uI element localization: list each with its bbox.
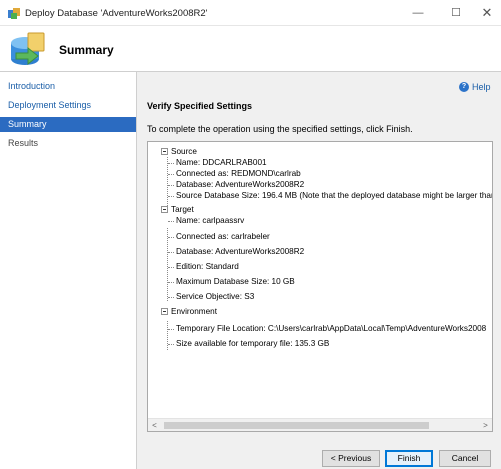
help-link[interactable]: ? Help [459, 80, 491, 94]
instructions-text: To complete the operation using the spec… [147, 124, 413, 134]
tree-item: Connected as: carlrabeler [176, 232, 270, 241]
tree-item: Source Database Size: 196.4 MB (Note tha… [176, 191, 492, 200]
previous-button[interactable]: < Previous [322, 450, 380, 467]
tree-item: Size available for temporary file: 135.3… [176, 339, 330, 348]
wizard-sidebar: Introduction Deployment Settings Summary… [0, 72, 137, 469]
window-title: Deploy Database 'AdventureWorks2008R2' [25, 8, 208, 19]
scroll-right-icon[interactable]: > [479, 419, 492, 431]
sidebar-item-introduction[interactable]: Introduction [0, 79, 136, 94]
minimize-button[interactable]: — [403, 3, 433, 23]
tree-item: Maximum Database Size: 10 GB [176, 277, 295, 286]
tree-item: Database: AdventureWorks2008R2 [176, 247, 305, 256]
help-label: Help [472, 82, 491, 92]
collapse-icon[interactable] [161, 148, 168, 155]
maximize-button[interactable]: ☐ [441, 3, 471, 23]
section-heading: Verify Specified Settings [147, 101, 253, 111]
cancel-button[interactable]: Cancel [439, 450, 491, 467]
sidebar-item-deployment-settings[interactable]: Deployment Settings [0, 98, 136, 113]
settings-tree[interactable]: Source Name: DDCARLRAB001 Connected as: … [147, 141, 493, 432]
main-panel: ? Help Verify Specified Settings To comp… [137, 72, 501, 469]
title-bar: Deploy Database 'AdventureWorks2008R2' —… [0, 0, 501, 26]
help-icon: ? [459, 82, 469, 92]
sidebar-item-results: Results [8, 138, 39, 148]
tree-item: Name: carlpaassrv [176, 216, 245, 225]
tree-item: Connected as: REDMOND\carlrab [176, 169, 301, 178]
finish-button[interactable]: Finish [385, 450, 433, 467]
tree-item: Name: DDCARLRAB001 [176, 158, 267, 167]
tree-item: Temporary File Location: C:\Users\carlra… [176, 324, 487, 333]
tree-viewport: Source Name: DDCARLRAB001 Connected as: … [148, 142, 492, 418]
tree-connector [167, 157, 168, 208]
tree-connector [167, 228, 168, 301]
scroll-left-icon[interactable]: < [148, 419, 161, 431]
wizard-header: Summary [0, 26, 501, 72]
horizontal-scrollbar[interactable]: < > [148, 418, 492, 431]
deploy-database-icon [8, 8, 20, 19]
close-button[interactable]: ✕ [472, 3, 501, 23]
tree-item: Service Objective: S3 [176, 292, 255, 301]
tree-connector [167, 321, 168, 350]
page-title: Summary [59, 43, 114, 57]
collapse-icon[interactable] [161, 308, 168, 315]
tree-item: Edition: Standard [176, 262, 239, 271]
summary-wizard-icon [11, 32, 45, 66]
tree-item: Database: AdventureWorks2008R2 [176, 180, 305, 189]
sidebar-item-summary[interactable]: Summary [0, 117, 136, 132]
scroll-thumb[interactable] [164, 422, 429, 429]
collapse-icon[interactable] [161, 206, 168, 213]
